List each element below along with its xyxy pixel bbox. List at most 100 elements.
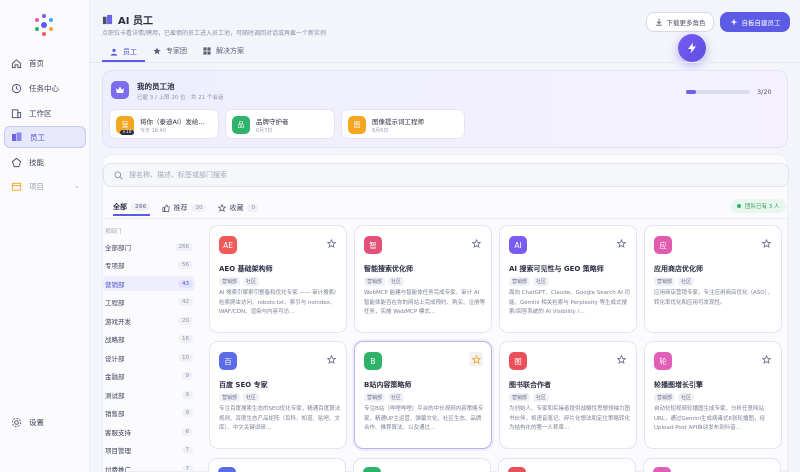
- team-status-text: 团队已有 3 人: [745, 204, 780, 210]
- search-input[interactable]: [129, 171, 729, 179]
- sidebar: 首页 任务中心 工作区 员工 技能 项目 ⌄ 设置: [0, 0, 90, 472]
- department-name: 设计部: [105, 354, 125, 363]
- favorite-star-icon[interactable]: [469, 236, 483, 250]
- pool-employee-card[interactable]: 图 图像提示词工程师 6月6日: [341, 109, 465, 139]
- department-name: 付费推广: [105, 465, 131, 472]
- employee-tags: 营销部 社区: [509, 393, 550, 402]
- page-subtitle: 点职位卡看详情/聘用，已雇佣的员工进入员工池，可随时调回对话或再雇一个新实例: [102, 30, 327, 37]
- avatar: [653, 467, 671, 472]
- department-item[interactable]: 项目管理 7: [103, 443, 195, 458]
- pool-employee-card[interactable]: 营 ×10 将你（泰迪AI）发给… 今天 16:40: [109, 109, 219, 139]
- department-item[interactable]: 游戏开发 20: [103, 313, 195, 328]
- filter-tab-all[interactable]: 全部 266: [113, 200, 151, 216]
- department-name: 战略部: [105, 336, 125, 344]
- employee-card[interactable]: B B站内容策略师 营销部 社区 专注B站（哔哩哔哩）平台的中长视频内容策略专家，精通U…: [354, 341, 492, 449]
- tab-label: 员工: [123, 48, 137, 56]
- pool-employee-card[interactable]: 品 品牌守护者 6月7日: [225, 109, 335, 139]
- department-item[interactable]: 测试部 9: [103, 387, 195, 402]
- department-item[interactable]: 专项部 56: [103, 258, 195, 273]
- sidebar-item-tasks[interactable]: 任务中心: [4, 77, 86, 99]
- department-item[interactable]: 全部部门 266: [103, 239, 195, 254]
- sidebar-item-home[interactable]: 首页: [4, 52, 86, 74]
- tag: 营销部: [654, 277, 676, 286]
- department-item[interactable]: 战略部 16: [103, 332, 195, 347]
- tag: 社区: [678, 393, 695, 402]
- favorite-star-icon[interactable]: [469, 352, 483, 366]
- employee-card[interactable]: 图图书联合作者 营销部 社区 为创始人、专家和实操者提供战略性思想领袖力图书伙伴，将语…: [499, 341, 637, 449]
- crown-icon: [111, 81, 129, 99]
- tab-employees[interactable]: 员工: [102, 44, 145, 62]
- favorite-star-icon[interactable]: [759, 352, 773, 366]
- employee-card[interactable]: AI AI 搜索可见性与 GEO 策略师 营销部 社区 面向 ChatGPT、Claud…: [499, 225, 637, 333]
- sidebar-item-skills[interactable]: 技能: [4, 151, 86, 173]
- department-name: 全部部门: [105, 243, 131, 252]
- filter-label: 推荐: [173, 204, 188, 212]
- department-item[interactable]: 销售部 9: [103, 406, 195, 421]
- filter-count: 266: [131, 203, 151, 211]
- favorite-star-icon[interactable]: [324, 236, 338, 250]
- employee-card[interactable]: [643, 458, 781, 472]
- pool-employee-name: 图像提示词工程师: [372, 118, 424, 126]
- employee-tags: 营销部 社区: [219, 277, 260, 286]
- sidebar-item-projects[interactable]: 项目 ⌄: [4, 175, 86, 197]
- search-box[interactable]: [103, 163, 789, 187]
- sidebar-item-employees[interactable]: 员工: [4, 126, 86, 148]
- tag: 社区: [243, 277, 260, 286]
- department-item[interactable]: 营销部 43: [103, 276, 195, 291]
- favorite-star-icon[interactable]: [614, 236, 628, 250]
- employee-description: 专注百度搜索生态的SEO优化专家，精通百度算法规则、百度生态产品矩阵（百科、知道…: [219, 406, 341, 431]
- employee-card[interactable]: 智智能搜索优化师 营销部 社区 WebMCP 能建与智能体任务完成专家。审计 AI 智…: [354, 225, 492, 333]
- sidebar-item-label: 技能: [29, 157, 44, 167]
- create-employee-button[interactable]: 自板自建员工: [720, 12, 790, 32]
- employee-name: 图书联合作者: [509, 381, 551, 389]
- employee-tags: 营销部 社区: [219, 393, 260, 402]
- employee-card[interactable]: 百百度 SEO 专家 营销部 社区 专注百度搜索生态的SEO优化专家，精通百度算法规则…: [209, 341, 347, 449]
- department-name: 金融部: [105, 373, 125, 381]
- tag: 营销部: [364, 393, 386, 402]
- tab-solutions[interactable]: 解决方案: [195, 44, 252, 58]
- filter-tab-favorites[interactable]: 收藏 0: [218, 200, 259, 216]
- pool-employee-time: 6月6日: [372, 128, 389, 134]
- tab-experts[interactable]: 专家团: [145, 44, 195, 58]
- department-count: 6: [181, 427, 193, 436]
- employee-tags: 营销部 社区: [654, 277, 695, 286]
- gear-icon: [10, 416, 22, 428]
- settings-button[interactable]: 设置: [4, 411, 86, 433]
- favorite-star-icon[interactable]: [759, 236, 773, 250]
- department-item[interactable]: 付费推广 7: [103, 461, 195, 472]
- employee-card[interactable]: AE AEO 基础架构师 营销部 社区 AI 搜索引擎索引整备和优化专家 —— 审计搜索…: [209, 225, 347, 333]
- favorite-star-icon[interactable]: [324, 352, 338, 366]
- employee-description: 专注B站（哔哩哔哩）平台的中长视频内容策略专家，精通UP主运营、弹幕文化、社区生…: [364, 406, 484, 431]
- sidebar-item-workspace[interactable]: 工作区: [4, 102, 86, 124]
- department-item[interactable]: 设计部 10: [103, 350, 195, 365]
- pool-employee-name: 将你（泰迪AI）发给…: [140, 118, 205, 126]
- employee-card[interactable]: 应应用商店优化师 营销部 社区 应用商店营销专家，专注应用商店优化（ASO）、转化率优…: [644, 225, 782, 333]
- department-item[interactable]: 工程部 42: [103, 295, 195, 310]
- department-item[interactable]: 客服支持 6: [103, 424, 195, 439]
- sidebar-item-label: 工作区: [29, 108, 52, 118]
- employee-card[interactable]: 轮轮播图增长引擎 营销部 社区 自动化短视频轮播图生成专家，分析任意网站URL，通过G…: [644, 341, 782, 449]
- pool-progress-fill: [686, 90, 696, 94]
- star-icon: [218, 204, 227, 212]
- employee-card[interactable]: [498, 458, 636, 472]
- favorite-star-icon[interactable]: [614, 352, 628, 366]
- department-name: 工程部: [105, 299, 125, 307]
- employee-card[interactable]: [208, 458, 346, 472]
- department-count: 56: [178, 261, 193, 269]
- department-label: 按部门: [105, 229, 122, 235]
- download-roles-button[interactable]: 下载更多角色: [646, 12, 714, 32]
- download-roles-label: 下载更多角色: [666, 19, 706, 27]
- pool-title: 我的员工池: [137, 82, 175, 91]
- tag: 社区: [533, 393, 550, 402]
- department-item[interactable]: 金融部 9: [103, 369, 195, 384]
- department-name: 专项部: [105, 262, 125, 270]
- search-icon: [114, 170, 123, 180]
- employee-description: 应用商店营销专家，专注应用商店优化（ASO）、转化率优化和应用可发现性。: [654, 290, 773, 306]
- app-logo[interactable]: [31, 12, 57, 38]
- filter-tab-recommended[interactable]: 推荐 20: [162, 200, 207, 216]
- avatar: [218, 467, 236, 472]
- department-count: 7: [181, 446, 193, 454]
- employee-card[interactable]: [353, 458, 491, 472]
- quick-action-button[interactable]: [678, 34, 706, 62]
- filter-tabs: 全部 266 推荐 20 收藏 0: [113, 200, 259, 216]
